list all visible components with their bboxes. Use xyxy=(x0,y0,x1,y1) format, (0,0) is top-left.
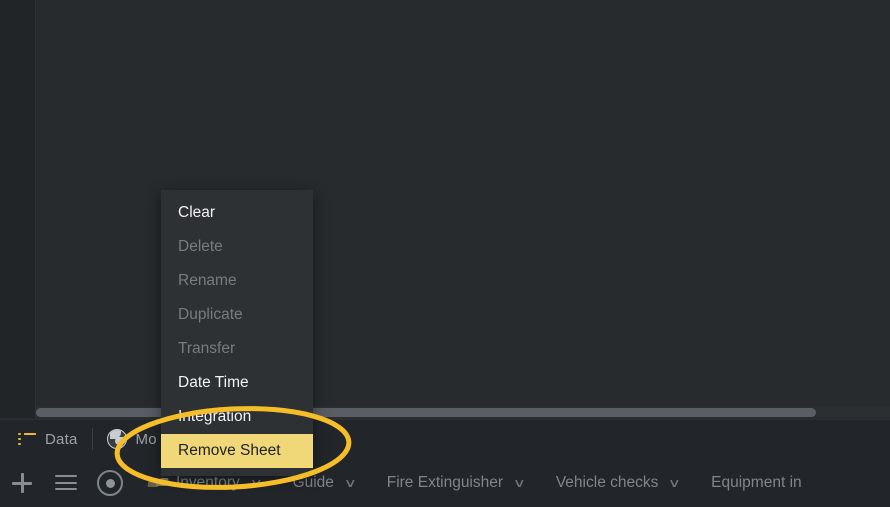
status-item-data-label: Data xyxy=(45,430,78,448)
sheet-context-menu: Clear Delete Rename Duplicate Transfer D… xyxy=(161,190,313,476)
list-icon xyxy=(18,432,36,446)
context-menu-item-clear[interactable]: Clear xyxy=(161,196,313,230)
sheet-tab-fire-extinguisher[interactable]: Fire Extinguisher ∨ xyxy=(371,458,540,507)
status-item-mode-label: Mo xyxy=(135,430,157,448)
bottom-panel: Data Mo Inventory ∨ Guide ∨ Fire Extingu… xyxy=(0,419,890,507)
sheet-tab-label: Vehicle checks xyxy=(555,474,659,491)
record-button[interactable] xyxy=(88,458,132,507)
context-menu-item-integration[interactable]: Integration xyxy=(161,400,313,434)
sheet-tab-label: Fire Extinguisher xyxy=(386,474,504,491)
sheet-tab-label: Equipment in xyxy=(711,474,802,491)
chevron-down-icon[interactable]: ∨ xyxy=(344,476,357,490)
sheet-tabs-bar: Inventory ∨ Guide ∨ Fire Extinguisher ∨ … xyxy=(0,458,890,507)
add-sheet-button[interactable] xyxy=(0,458,44,507)
chevron-down-icon[interactable]: ∨ xyxy=(250,476,263,490)
context-menu-item-remove-sheet[interactable]: Remove Sheet xyxy=(161,434,313,468)
plus-icon xyxy=(12,473,32,493)
menu-button[interactable] xyxy=(44,458,88,507)
left-rail xyxy=(0,0,36,418)
context-menu-item-duplicate: Duplicate xyxy=(178,306,243,323)
context-menu-item-delete: Delete xyxy=(178,238,223,255)
record-icon xyxy=(97,470,123,496)
chevron-down-icon[interactable]: ∨ xyxy=(513,476,526,490)
hamburger-icon xyxy=(55,475,77,491)
status-bar: Data Mo xyxy=(0,420,890,458)
status-item-mode[interactable]: Mo xyxy=(93,420,171,458)
sheet-tab-vehicle-checks[interactable]: Vehicle checks ∨ xyxy=(540,458,695,507)
chevron-down-icon[interactable]: ∨ xyxy=(668,476,681,490)
horizontal-scrollbar-thumb[interactable] xyxy=(36,408,816,417)
app-window: Data Mo Inventory ∨ Guide ∨ Fire Extingu… xyxy=(0,0,890,507)
globe-icon xyxy=(106,429,127,449)
sheet-tab-equipment-in[interactable]: Equipment in xyxy=(695,458,817,507)
context-menu-item-rename: Rename xyxy=(178,272,237,289)
context-menu-item-transfer: Transfer xyxy=(178,340,236,357)
sheet-tab-label: Guide xyxy=(292,474,334,491)
context-menu-item-date-time[interactable]: Date Time xyxy=(161,366,313,400)
status-item-data[interactable]: Data xyxy=(0,420,92,458)
sheet-tab-label: Inventory xyxy=(176,474,240,491)
handshake-icon xyxy=(148,476,168,490)
